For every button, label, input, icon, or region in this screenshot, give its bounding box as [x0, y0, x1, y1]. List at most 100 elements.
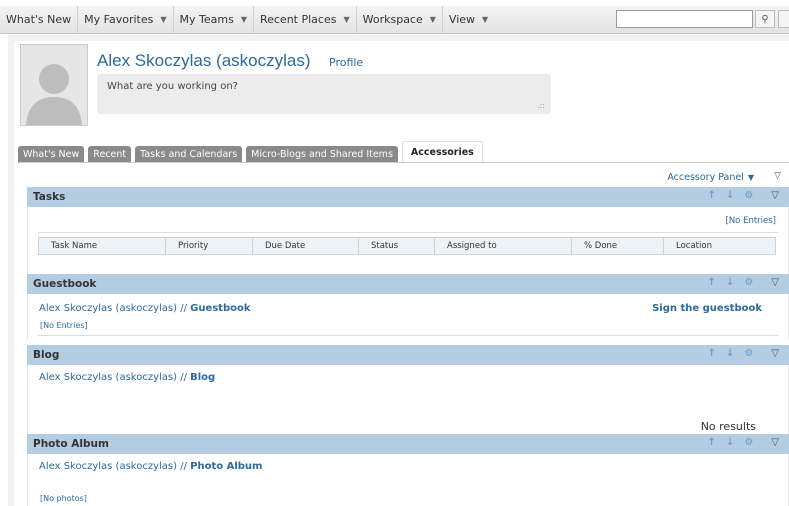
column-header[interactable]: % Done: [571, 237, 664, 255]
column-header[interactable]: Priority: [165, 237, 253, 255]
move-down-icon[interactable]: ↓: [726, 348, 734, 359]
blog-breadcrumb[interactable]: Alex Skoczylas (askoczylas) // Blog: [39, 372, 215, 383]
guestbook-portlet: Guestbook ↑ ↓ ⚙ ▽ Alex Skoczylas (askocz…: [27, 274, 789, 339]
owner-link[interactable]: Alex Skoczylas (askoczylas) //: [39, 303, 190, 314]
nav-whats-new[interactable]: What's New: [0, 6, 79, 33]
portlet-title: Blog: [33, 349, 60, 361]
portlet-header: Guestbook ↑ ↓ ⚙ ▽: [27, 274, 789, 294]
dropdown-arrow-icon: ▼: [482, 15, 489, 24]
search-icon: ⚲: [761, 13, 769, 25]
person-silhouette-icon: [26, 64, 82, 125]
search-input[interactable]: [616, 10, 753, 28]
move-up-icon[interactable]: ↑: [708, 190, 716, 201]
nav-label: Workspace: [362, 13, 423, 26]
blog-portlet: Blog ↑ ↓ ⚙ ▽ Alex Skoczylas (askoczylas)…: [27, 345, 789, 445]
portlet-title: Photo Album: [33, 438, 109, 450]
settings-gear-icon[interactable]: ⚙: [744, 348, 753, 359]
nav-label: Recent Places: [259, 13, 337, 26]
move-up-icon[interactable]: ↑: [708, 277, 716, 288]
dropdown-arrow-icon: ▼: [747, 173, 754, 182]
collapse-toggle-icon[interactable]: ▽: [771, 277, 779, 288]
nav-label: My Favorites: [84, 13, 154, 26]
tab-micro-blogs[interactable]: Micro-Blogs and Shared Items: [246, 146, 398, 163]
owner-link[interactable]: Alex Skoczylas (askoczylas) //: [39, 372, 190, 383]
portlet-body: [No Entries] Task Name Priority Due Date…: [27, 207, 789, 282]
dropdown-arrow-icon: ▼: [343, 15, 350, 24]
resize-grip-icon[interactable]: .::: [537, 101, 545, 110]
divider: [38, 232, 778, 233]
nav-recent-places[interactable]: Recent Places ▼: [254, 6, 357, 33]
section-link[interactable]: Blog: [190, 372, 215, 383]
search-button[interactable]: ⚲: [755, 10, 775, 28]
guestbook-breadcrumb[interactable]: Alex Skoczylas (askoczylas) // Guestbook: [39, 303, 251, 314]
collapse-toggle-icon[interactable]: ▽: [774, 171, 781, 181]
column-header[interactable]: Assigned to: [434, 237, 572, 255]
nav-view[interactable]: View ▼: [443, 6, 494, 33]
column-header[interactable]: Task Name: [38, 237, 166, 255]
portlet-body: Alex Skoczylas (askoczylas) // Guestbook…: [27, 294, 789, 339]
no-entries-text: [No Entries]: [40, 321, 88, 330]
tasks-portlet: Tasks ↑ ↓ ⚙ ▽ [No Entries] Task Name Pri…: [27, 187, 789, 282]
tab-divider: [18, 162, 789, 163]
top-nav-bar: What's New My Favorites ▼ My Teams ▼ Recen…: [0, 6, 789, 34]
table-header-row: Task Name Priority Due Date Status Assig…: [38, 237, 776, 255]
accessory-panel-menu[interactable]: Accessory Panel ▼: [667, 172, 754, 183]
move-down-icon[interactable]: ↓: [726, 190, 734, 201]
settings-gear-icon[interactable]: ⚙: [744, 277, 753, 288]
collapse-toggle-icon[interactable]: ▽: [771, 190, 779, 201]
move-up-icon[interactable]: ↑: [708, 437, 716, 448]
tab-tasks-and-calendars[interactable]: Tasks and Calendars: [135, 146, 243, 163]
move-up-icon[interactable]: ↑: [708, 348, 716, 359]
no-entries-text: [No Entries]: [725, 216, 777, 226]
move-down-icon[interactable]: ↓: [726, 437, 734, 448]
portlet-body: Alex Skoczylas (askoczylas) // Blog No r…: [27, 365, 789, 445]
portlet-header: Blog ↑ ↓ ⚙ ▽: [27, 345, 789, 365]
settings-gear-icon[interactable]: ⚙: [744, 437, 753, 448]
column-header[interactable]: Location: [663, 237, 776, 255]
portlet-title: Guestbook: [33, 278, 97, 290]
nav-my-teams[interactable]: My Teams ▼: [174, 6, 254, 33]
accessory-panel-label: Accessory Panel: [667, 172, 744, 183]
tab-recent[interactable]: Recent: [88, 146, 132, 163]
nav-my-favorites[interactable]: My Favorites ▼: [78, 6, 174, 33]
collapse-toggle-icon[interactable]: ▽: [771, 437, 779, 448]
portlet-controls: ↑ ↓ ⚙ ▽: [708, 348, 779, 359]
photo-album-portlet: Photo Album ↑ ↓ ⚙ ▽ Alex Skoczylas (asko…: [27, 434, 789, 506]
photo-album-breadcrumb[interactable]: Alex Skoczylas (askoczylas) // Photo Alb…: [39, 461, 262, 472]
avatar: [20, 44, 88, 126]
nav-label: View: [448, 13, 476, 26]
tab-whats-new[interactable]: What's New: [18, 146, 85, 163]
tab-accessories[interactable]: Accessories: [401, 141, 483, 163]
divider: [38, 335, 778, 336]
portlet-title: Tasks: [33, 191, 66, 203]
tasks-table: Task Name Priority Due Date Status Assig…: [38, 237, 776, 255]
status-placeholder: What are you working on?: [107, 81, 238, 92]
portlet-header: Photo Album ↑ ↓ ⚙ ▽: [27, 434, 789, 454]
section-link[interactable]: Guestbook: [190, 303, 250, 314]
nav-workspace[interactable]: Workspace ▼: [357, 6, 443, 33]
tab-bar: What's New Recent Tasks and Calendars Mi…: [18, 141, 487, 163]
portlet-controls: ↑ ↓ ⚙ ▽: [708, 190, 779, 201]
dropdown-arrow-icon: ▼: [429, 15, 436, 24]
dropdown-arrow-icon: ▼: [240, 15, 247, 24]
owner-link[interactable]: Alex Skoczylas (askoczylas) //: [39, 461, 190, 472]
portlet-controls: ↑ ↓ ⚙ ▽: [708, 277, 779, 288]
status-input[interactable]: What are you working on? .::: [97, 74, 551, 114]
no-results-text: No results: [700, 420, 756, 433]
user-name-heading: Alex Skoczylas (askoczylas): [97, 51, 311, 70]
column-header[interactable]: Due Date: [252, 237, 359, 255]
profile-link[interactable]: Profile: [329, 56, 363, 69]
collapse-toggle-icon[interactable]: ▽: [771, 348, 779, 359]
portlet-header: Tasks ↑ ↓ ⚙ ▽: [27, 187, 789, 207]
nav-label: What's New: [6, 13, 72, 26]
dropdown-arrow-icon: ▼: [160, 15, 167, 24]
portlet-body: Alex Skoczylas (askoczylas) // Photo Alb…: [27, 454, 789, 506]
search-options-button[interactable]: [778, 10, 789, 28]
sign-guestbook-link[interactable]: Sign the guestbook: [652, 303, 762, 314]
portlet-controls: ↑ ↓ ⚙ ▽: [708, 437, 779, 448]
settings-gear-icon[interactable]: ⚙: [744, 190, 753, 201]
section-link[interactable]: Photo Album: [190, 461, 262, 472]
move-down-icon[interactable]: ↓: [726, 277, 734, 288]
nav-label: My Teams: [179, 13, 234, 26]
column-header[interactable]: Status: [358, 237, 435, 255]
